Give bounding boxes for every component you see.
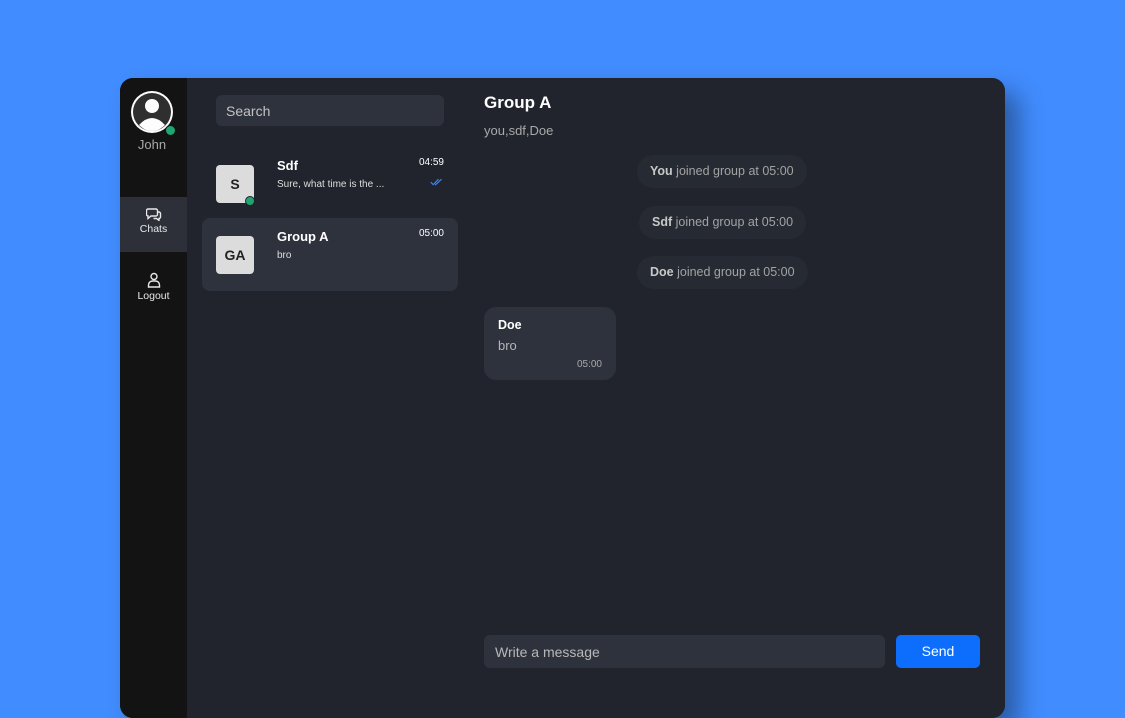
chat-time: 04:59 [418,157,444,168]
chat-preview: Sure, what time is the ... [277,179,385,190]
send-button[interactable]: Send [896,635,980,668]
chat-name: Group A [277,229,329,244]
chat-name: Sdf [277,158,298,173]
message-text: bro [498,338,517,353]
system-message-text: joined group at 05:00 [672,164,794,178]
message-input[interactable] [484,635,885,668]
system-message-user: Sdf [652,215,673,229]
chat-list-item[interactable]: GA Group A bro 05:00 [202,218,458,291]
online-status-dot [165,125,176,136]
sidebar-rail: John Chats Logout [120,78,187,718]
rail-item-label: Logout [137,290,170,302]
system-message: Doe joined group at 05:00 [637,256,808,289]
conversation-title: Group A [484,93,552,112]
conversation-members: you,sdf,Doe [484,123,554,138]
search-input[interactable] [216,95,444,126]
chat-time: 05:00 [418,228,444,239]
rail-item-logout[interactable]: Logout [120,262,187,317]
conversation-panel: Group A you,sdf,Doe You joined group at … [467,78,1005,718]
rail-item-label: Chats [139,223,168,235]
message-sender: Doe [498,318,522,332]
system-message-user: You [650,164,673,178]
system-message: Sdf joined group at 05:00 [639,206,807,239]
rail-item-chats[interactable]: Chats [120,197,187,252]
system-message-text: joined group at 05:00 [673,265,795,279]
online-status-dot [245,196,255,206]
message-bubble: Doe bro 05:00 [484,307,616,380]
chat-list-item[interactable]: S Sdf Sure, what time is the ... 04:59 [202,147,458,220]
system-message: You joined group at 05:00 [637,155,807,188]
chat-app-window: John Chats Logout S Sdf Sure, what time … [120,78,1005,718]
message-time: 05:00 [576,359,602,370]
chat-preview: bro [277,250,292,261]
system-message-user: Doe [650,265,674,279]
user-icon [147,272,160,288]
chat-avatar: GA [216,236,254,274]
system-message-text: joined group at 05:00 [672,215,794,229]
current-user-name: John [137,137,167,152]
chats-icon [145,208,161,221]
chat-list-panel: S Sdf Sure, what time is the ... 04:59 G… [187,78,467,718]
double-check-icon [430,178,442,186]
